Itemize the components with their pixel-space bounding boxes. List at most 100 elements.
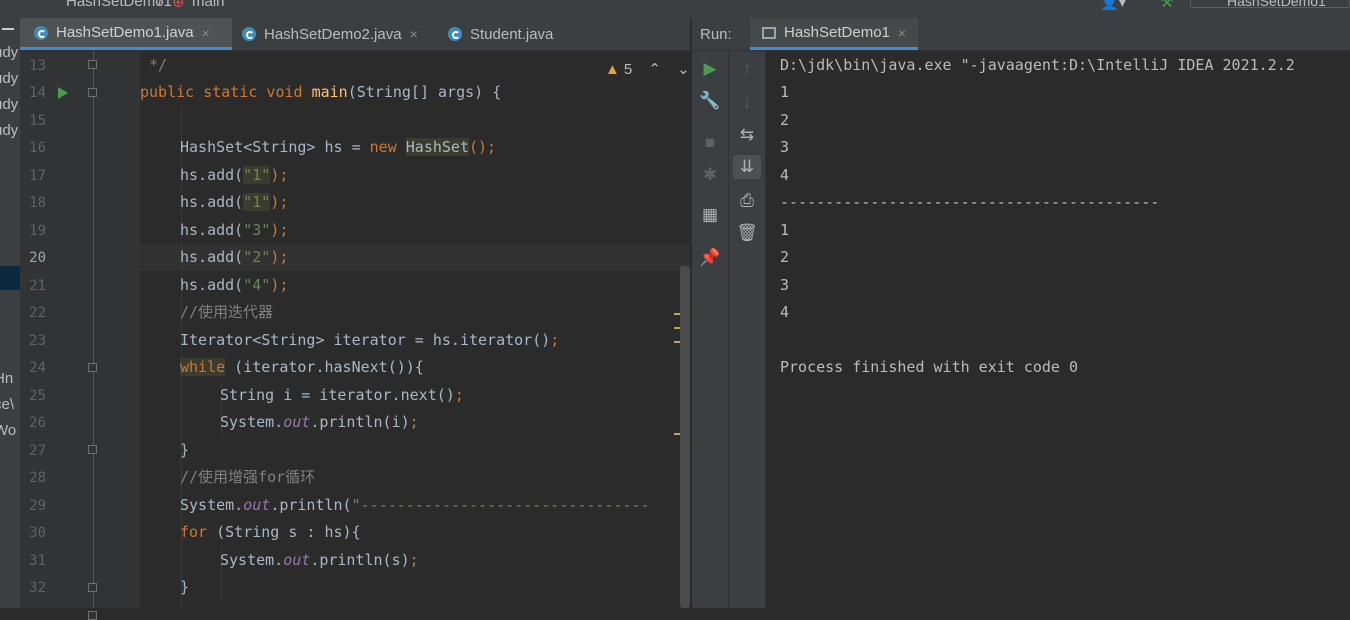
code-field: out [283,551,311,569]
code-text: ; [454,386,464,404]
next-highlight-icon[interactable]: ⌄ [677,61,690,78]
line-number: 23 [29,333,46,349]
code-line-19: hs.add("3"); [180,217,288,244]
tab-student[interactable]: Student.java [448,18,553,50]
fold-marker[interactable] [88,583,97,592]
breadcrumb-file[interactable]: HashSetDemo1 [66,0,172,10]
method-icon: ⊕ [172,0,185,11]
project-tree-item[interactable]: Wo [0,422,16,439]
code-keyword: while [180,358,226,376]
stop-icon[interactable]: ■ [696,131,724,155]
user-icon[interactable]: 👤▾ [1100,0,1126,11]
run-config-selector[interactable]: HashSetDemo1 [1190,0,1350,9]
code-text: ); [270,276,289,294]
breadcrumb-separator: / [158,0,163,10]
code-line-26: System.out.println(i); [220,409,419,436]
code-text: hs.add( [180,221,244,239]
tab-hashsetdemo2[interactable]: HashSetDemo2.java × [242,18,418,50]
line-number: 18 [29,195,46,211]
code-line-21: hs.add("4"); [180,272,288,299]
code-text: (); [469,138,497,156]
layout-icon[interactable]: ▦ [696,203,724,227]
project-tree-item[interactable]: udy [0,96,18,113]
line-number: 26 [29,415,46,431]
console-line: 1 [780,221,790,239]
code-line-14: public static void main(String[] args) { [140,79,501,106]
tab-hashsetdemo1[interactable]: HashSetDemo1.java × [20,18,232,50]
previous-highlight-icon[interactable]: ⌃ [648,61,661,78]
line-number: 19 [29,223,46,239]
trash-icon[interactable]: 🗑 [733,221,761,245]
code-text: ); [270,166,289,184]
console-line: 2 [780,248,790,266]
gutter-divider [93,51,94,608]
code-editor[interactable]: */ public static void main(String[] args… [140,51,690,608]
line-number: 13 [29,58,46,74]
project-panel: udy udy udy udy Hn ce\ Wo [0,18,20,608]
line-number: 32 [29,580,46,596]
fold-marker[interactable] [88,363,97,372]
scroll-to-end-icon[interactable]: ⇊ [733,155,761,179]
line-number: 16 [29,140,46,156]
code-line-23: Iterator<String> iterator = hs.iterator(… [180,327,559,354]
console-icon [762,26,776,39]
run-gutter-icon[interactable] [58,87,68,99]
console-output[interactable]: D:\jdk\bin\java.exe "-javaagent:D:\Intel… [766,51,1350,608]
tab-label: Student.java [470,25,554,43]
arrow-up-icon[interactable]: ↑ [733,57,761,81]
console-line: 3 [780,138,790,156]
hide-panel-icon[interactable] [2,28,14,30]
code-text: } [180,441,190,459]
code-text: (String[] args) { [347,83,502,101]
close-icon[interactable]: × [898,25,906,41]
code-line-20: hs.add("2"); [180,244,288,271]
code-text: ); [270,193,289,211]
build-hammer-icon[interactable]: ⚒ [1160,0,1173,11]
navigation-bar: HashSetDemo1 / ⊕ main 👤▾ ⚒ HashSetDemo1 [0,0,1350,18]
fold-marker[interactable] [88,60,97,69]
fold-marker[interactable] [88,445,97,454]
project-tree-selection [0,266,20,290]
console-line: 3 [780,276,790,294]
close-icon[interactable]: × [410,26,418,42]
line-number: 28 [29,470,46,486]
breadcrumb-method[interactable]: main [192,0,225,10]
code-keyword: new [369,138,406,156]
print-icon[interactable]: ⎙ [733,189,761,213]
code-warning-highlight: HashSet [405,138,469,156]
fold-marker[interactable] [88,88,97,97]
project-tree-item[interactable]: udy [0,122,18,139]
editor-scrollbar[interactable] [680,266,690,608]
code-text: Iterator<String> iterator = hs.iterator(… [180,331,551,349]
soft-wrap-icon[interactable]: ⇆ [733,123,761,147]
run-tab-label: HashSetDemo1 [784,24,890,41]
debug-bug-icon[interactable]: ✱ [696,163,724,187]
pin-icon[interactable]: 📌 [696,246,724,270]
console-line: 4 [780,303,790,321]
tab-run-hashsetdemo1[interactable]: HashSetDemo1 × [750,18,919,50]
code-comment: //使用迭代器 [180,303,274,321]
rerun-icon[interactable]: ▶ [696,57,724,81]
code-method-name: main [311,83,348,101]
project-tree-item[interactable]: udy [0,70,18,87]
code-text: hs.add( [180,248,244,266]
project-tree-item[interactable]: udy [0,44,18,61]
code-string: "2" [243,248,271,266]
project-tree-item[interactable]: Hn [0,370,13,387]
arrow-down-icon[interactable]: ↓ [733,91,761,115]
code-line-13: */ [140,52,167,79]
code-keyword: for [180,523,208,541]
code-line-22: //使用迭代器 [180,299,273,326]
line-number: 17 [29,168,46,184]
code-string: "1" [243,166,271,184]
fold-marker[interactable] [88,611,97,620]
close-icon[interactable]: × [202,25,210,41]
editor-gutter[interactable]: 13 14 15 16 17 18 19 20 21 22 23 24 25 2… [20,51,140,620]
editor-tab-bar: HashSetDemo1.java × HashSetDemo2.java × … [20,18,690,51]
wrench-icon[interactable]: 🔧 [696,89,724,113]
line-number: 30 [29,525,46,541]
inspection-widget[interactable]: ▲ 5 ⌃ ⌄ [605,60,690,78]
project-tree-item[interactable]: ce\ [0,396,14,413]
line-number: 29 [29,498,46,514]
run-label: Run: [700,26,732,43]
